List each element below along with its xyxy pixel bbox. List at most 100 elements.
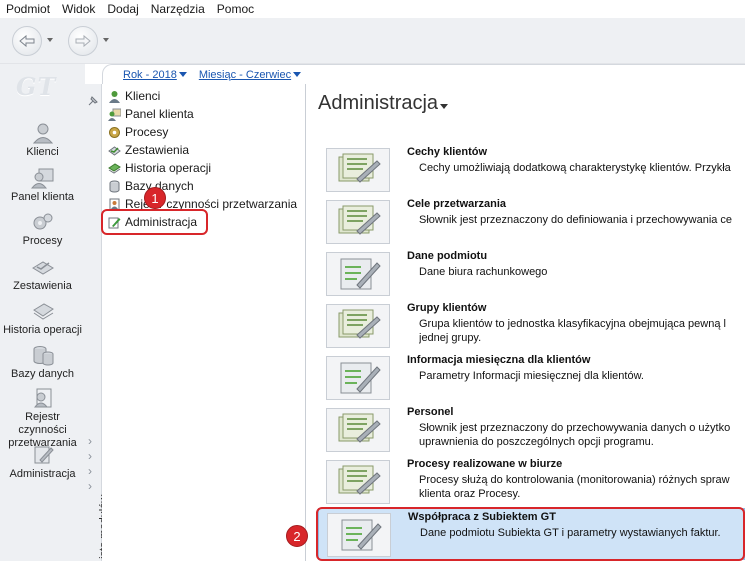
tree-item-label: Historia operacji (125, 161, 212, 175)
admin-item-title: Dane podmiotu (407, 250, 488, 262)
admin-item-description: Parametry Informacji miesięcznej dla kli… (419, 370, 644, 382)
menu-dodaj[interactable]: Dodaj (107, 2, 138, 16)
admin-item-title: Cechy klientów (407, 146, 488, 158)
processing-register-icon (33, 388, 51, 408)
admin-item-description: Grupa klientów to jednostka klasyfikacyj… (419, 317, 745, 345)
period-filter-bar: Rok - 2018 Miesiąc - Czerwiec (102, 64, 745, 84)
edit-document-icon (326, 252, 390, 296)
desc-line-1: Grupa klientów to jednostka klasyfikacyj… (419, 318, 726, 330)
app-logo: GT (16, 72, 57, 101)
client-panel-icon (108, 108, 121, 121)
month-filter-label: Miesiąc - Czerwiec (198, 68, 292, 81)
admin-item-title: Cele przetwarzania (407, 198, 507, 210)
history-icon (32, 303, 54, 320)
desc-line-2: uprawnienia do poszczególnych opcji prog… (419, 436, 654, 448)
highlight-administracja (101, 209, 208, 235)
chevron-right-icon[interactable]: › (88, 434, 92, 448)
gears-icon (33, 213, 52, 230)
callout-marker-1: 1 (144, 187, 166, 209)
admin-item-title: Procesy realizowane w biurze (407, 458, 563, 470)
dictionary-icon (326, 460, 390, 504)
database-icon (33, 346, 53, 366)
edit-document-icon (326, 356, 390, 400)
year-filter-label: Rok - 2018 (123, 68, 177, 81)
admin-item-title: Grupy klientów (407, 302, 487, 314)
admin-item-description: Dane biura rachunkowego (419, 266, 548, 278)
admin-item-title: Personel (407, 406, 454, 418)
nav-historia-operacji[interactable]: Historia operacji (0, 300, 85, 337)
nav-label: Administracja (9, 468, 76, 480)
gears-icon (109, 126, 120, 138)
desc-line-1: Procesy służą do kontrolowania (monitoro… (419, 474, 730, 486)
reports-icon (108, 145, 121, 156)
callout-marker-2: 2 (286, 525, 308, 547)
admin-item-description: Cechy umożliwiają dodatkową charakteryst… (419, 162, 731, 174)
back-dropdown-icon[interactable] (47, 38, 53, 42)
tree-item-procesy[interactable]: Procesy (108, 124, 168, 140)
nav-label: Procesy (22, 235, 63, 247)
admin-item-procesy-w-biurze[interactable]: Procesy realizowane w biurze Procesy słu… (318, 456, 745, 508)
nav-zestawienia[interactable]: Zestawienia (0, 256, 85, 293)
administration-icon (34, 446, 54, 464)
admin-item-personel[interactable]: Personel Słownik jest przeznaczony do pr… (318, 404, 745, 456)
nav-procesy[interactable]: Procesy (0, 211, 85, 248)
forward-arrow-icon (75, 34, 91, 48)
toolbar (0, 18, 745, 64)
chevron-right-icon[interactable]: › (88, 479, 92, 493)
forward-dropdown-icon[interactable] (103, 38, 109, 42)
nav-panel-klienta[interactable]: Panel klienta (0, 167, 85, 204)
chevron-right-icon[interactable]: › (88, 464, 92, 478)
month-filter[interactable]: Miesiąc - Czerwiec (198, 68, 302, 81)
menu-narzedzia[interactable]: Narzędzia (151, 2, 205, 16)
admin-item-grupy-klientow[interactable]: Grupy klientów Grupa klientów to jednost… (318, 300, 745, 352)
nav-label: Historia operacji (3, 324, 82, 336)
chevron-right-icon[interactable]: › (88, 449, 92, 463)
dictionary-icon (326, 148, 390, 192)
nav-label: Klienci (26, 146, 59, 158)
menu-podmiot[interactable]: Podmiot (6, 2, 50, 16)
admin-item-informacja-miesieczna[interactable]: Informacja miesięczna dla klientów Param… (318, 352, 745, 404)
database-icon (109, 180, 120, 192)
nav-bazy-danych[interactable]: Bazy danych (0, 344, 85, 381)
menu-pomoc[interactable]: Pomoc (217, 2, 254, 16)
nav-klienci[interactable]: Klienci (0, 122, 85, 159)
client-icon (109, 90, 120, 103)
admin-item-cele-przetwarzania[interactable]: Cele przetwarzania Słownik jest przeznac… (318, 196, 745, 248)
module-tree: Klienci Panel klienta Procesy Zestawieni… (102, 84, 306, 561)
admin-item-cechy-klientow[interactable]: Cechy klientów Cechy umożliwiają dodatko… (318, 144, 745, 196)
chevron-down-icon (178, 72, 187, 77)
left-nav-rail: GT Klienci Panel klienta Procesy Zestawi… (0, 64, 85, 561)
tree-item-panel-klienta[interactable]: Panel klienta (108, 106, 194, 122)
pin-icon[interactable] (87, 94, 100, 107)
nav-administracja[interactable]: Administracja (0, 444, 85, 481)
nav-rejestr-czynnosci[interactable]: Rejestr czynności przetwarzania (0, 387, 85, 450)
admin-item-description: Słownik jest przeznaczony do definiowani… (419, 214, 733, 226)
tree-item-historia-operacji[interactable]: Historia operacji (108, 160, 211, 176)
tree-item-label: Klienci (125, 89, 161, 103)
tree-item-klienci[interactable]: Klienci (108, 88, 160, 104)
dictionary-icon (326, 408, 390, 452)
dictionary-icon (326, 304, 390, 348)
client-panel-icon (30, 168, 53, 189)
admin-item-description: Procesy służą do kontrolowania (monitoro… (419, 473, 745, 501)
chevron-down-icon (293, 72, 302, 77)
desc-line-2: jednej grupy. (419, 332, 482, 344)
tree-item-zestawienia[interactable]: Zestawienia (108, 142, 189, 158)
nav-label: Zestawienia (13, 280, 72, 292)
highlight-wspolpraca-subiekt (316, 507, 745, 561)
nav-label: Panel klienta (11, 191, 74, 203)
nav-label: Bazy danych (11, 368, 74, 380)
module-list-strip[interactable]: › › › › Lista modułów (85, 84, 110, 561)
menu-bar: Podmiot Widok Dodaj Narzędzia Pomoc (0, 0, 745, 18)
page-title-text: Administracja (318, 92, 439, 114)
admin-item-dane-podmiotu[interactable]: Dane podmiotu Dane biura rachunkowego (318, 248, 745, 300)
forward-button[interactable] (68, 26, 98, 56)
admin-item-title: Informacja miesięczna dla klientów (407, 354, 591, 366)
menu-widok[interactable]: Widok (62, 2, 95, 16)
admin-item-description: Słownik jest przeznaczony do przechowywa… (419, 421, 745, 449)
reports-icon (31, 261, 54, 275)
page-title[interactable]: Administracja (318, 92, 449, 115)
year-filter[interactable]: Rok - 2018 (123, 69, 187, 81)
back-button[interactable] (12, 26, 42, 56)
desc-line-1: Słownik jest przeznaczony do przechowywa… (419, 422, 731, 434)
